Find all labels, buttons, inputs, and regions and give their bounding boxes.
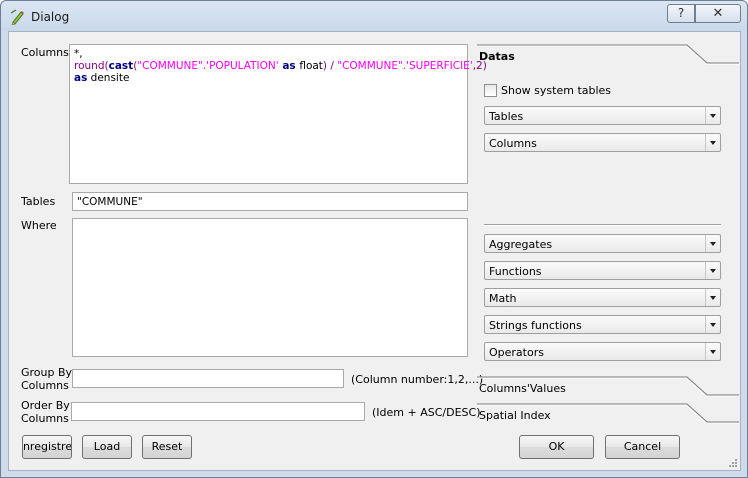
close-button[interactable]: ✕ bbox=[695, 4, 741, 23]
code-token: cast bbox=[108, 60, 134, 72]
where-editor[interactable] bbox=[72, 218, 468, 357]
columns-combo[interactable]: Columns bbox=[484, 133, 721, 152]
spatial-index-header-label: Spatial Index bbox=[479, 409, 551, 422]
math-combo-value: Math bbox=[489, 292, 517, 305]
code-token: densite bbox=[87, 72, 130, 84]
order-by-label-line2: Columns bbox=[21, 412, 69, 425]
order-by-field[interactable] bbox=[71, 402, 365, 421]
code-token: *, bbox=[74, 48, 83, 60]
resize-grip-icon[interactable] bbox=[726, 456, 738, 468]
chevron-down-icon bbox=[705, 316, 720, 333]
order-by-hint: (Idem + ASC/DESC) bbox=[372, 406, 481, 419]
code-line: as densite bbox=[74, 72, 463, 84]
reset-button[interactable]: Reset bbox=[142, 435, 192, 459]
group-by-field[interactable] bbox=[72, 369, 344, 388]
columns-values-header-label: Columns'Values bbox=[479, 382, 566, 395]
operators-combo-value: Operators bbox=[489, 346, 544, 359]
chevron-down-icon bbox=[705, 235, 720, 252]
dialog-body: Columns *, round(cast("COMMUNE".'POPULATI… bbox=[8, 31, 741, 471]
chevron-down-icon bbox=[705, 289, 720, 306]
window-title: Dialog bbox=[31, 10, 70, 24]
order-by-input[interactable] bbox=[72, 403, 364, 420]
functions-combo[interactable]: Functions bbox=[484, 261, 721, 280]
columns-code-text: *, round(cast("COMMUNE".'POPULATION' as f… bbox=[70, 45, 487, 87]
help-button[interactable]: ? bbox=[667, 4, 695, 23]
tables-input[interactable] bbox=[73, 193, 467, 210]
group-by-input[interactable] bbox=[73, 370, 343, 387]
columns-combo-value: Columns bbox=[489, 137, 537, 150]
code-token: as bbox=[74, 72, 88, 84]
chevron-down-icon bbox=[705, 262, 720, 279]
code-token: "COMMUNE".'SUPERFICIE' bbox=[337, 60, 473, 72]
code-token: round( bbox=[74, 60, 109, 72]
chevron-down-icon bbox=[705, 343, 720, 360]
tables-combo-value: Tables bbox=[489, 110, 524, 123]
chevron-down-icon bbox=[705, 107, 720, 124]
where-text bbox=[73, 219, 467, 225]
aggregates-combo[interactable]: Aggregates bbox=[484, 234, 721, 253]
group-by-hint: (Column number:1,2,...) bbox=[351, 373, 484, 386]
math-combo[interactable]: Math bbox=[484, 288, 721, 307]
columns-editor[interactable]: *, round(cast("COMMUNE".'POPULATION' as f… bbox=[69, 44, 487, 184]
group-by-label-line1: Group By bbox=[21, 366, 73, 379]
order-by-label: Order By Columns bbox=[21, 399, 70, 425]
code-line: *, bbox=[74, 48, 463, 60]
dialog-window: Dialog ? ✕ Columns *, round(cast("COMMUNE… bbox=[0, 0, 748, 478]
section-tab-shape bbox=[477, 44, 739, 65]
title-bar[interactable]: Dialog ? ✕ bbox=[1, 1, 747, 31]
strings-functions-combo[interactable]: Strings functions bbox=[484, 315, 721, 334]
where-label: Where bbox=[21, 219, 57, 232]
code-token: as bbox=[278, 60, 300, 72]
tables-label: Tables bbox=[21, 195, 56, 208]
code-token: ) / bbox=[322, 60, 338, 72]
code-line: round(cast("COMMUNE".'POPULATION' as flo… bbox=[74, 60, 487, 72]
cancel-button[interactable]: Cancel bbox=[605, 435, 680, 459]
strings-combo-value: Strings functions bbox=[489, 319, 582, 332]
chevron-down-icon bbox=[705, 134, 720, 151]
tables-combo[interactable]: Tables bbox=[484, 106, 721, 125]
panel-divider bbox=[484, 224, 721, 226]
columns-label: Columns bbox=[21, 46, 69, 59]
ok-button[interactable]: OK bbox=[519, 435, 594, 459]
group-by-label: Group By Columns bbox=[21, 366, 72, 392]
datas-header-label: Datas bbox=[479, 50, 515, 63]
save-button[interactable]: Enregistrer bbox=[22, 435, 72, 459]
order-by-label-line1: Order By bbox=[21, 399, 70, 412]
columns-values-section-header[interactable]: Columns'Values bbox=[477, 376, 741, 400]
show-system-tables-checkbox[interactable] bbox=[484, 84, 497, 97]
aggregates-combo-value: Aggregates bbox=[489, 238, 553, 251]
load-button[interactable]: Load bbox=[82, 435, 132, 459]
qgis-pencil-icon bbox=[10, 9, 24, 25]
datas-section-header[interactable]: Datas bbox=[477, 44, 741, 68]
operators-combo[interactable]: Operators bbox=[484, 342, 721, 361]
code-token: float bbox=[299, 60, 323, 72]
code-token: "COMMUNE".'POPULATION' bbox=[137, 60, 279, 72]
spatial-index-section-header[interactable]: Spatial Index bbox=[477, 403, 741, 427]
group-by-label-line2: Columns bbox=[21, 379, 69, 392]
functions-combo-value: Functions bbox=[489, 265, 542, 278]
tables-field[interactable] bbox=[72, 192, 468, 211]
show-system-tables-label: Show system tables bbox=[501, 84, 612, 97]
